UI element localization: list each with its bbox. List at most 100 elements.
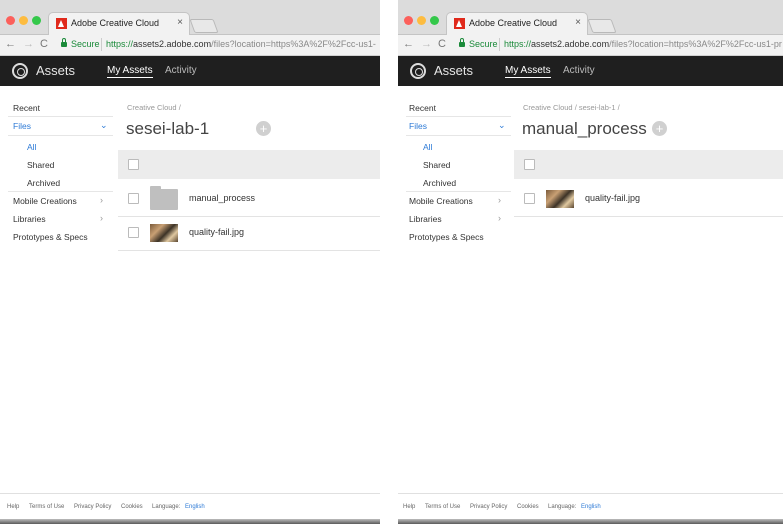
window-bottom-edge — [398, 519, 783, 524]
divider — [406, 135, 511, 136]
forward-arrow-icon[interactable]: → — [421, 38, 432, 50]
nav-my-assets[interactable]: My Assets — [505, 65, 551, 78]
breadcrumb[interactable]: Creative Cloud / sesei-lab-1 / — [523, 103, 620, 112]
adobe-favicon-icon — [454, 18, 465, 29]
url-input[interactable]: https://assets2.adobe.com/files?location… — [504, 39, 782, 49]
url-separator — [101, 38, 102, 51]
secure-label: Secure — [71, 39, 100, 49]
tab-strip: Adobe Creative Cloud × — [398, 0, 783, 35]
tab-strip: Adobe Creative Cloud × — [0, 0, 380, 35]
pane-gap — [380, 0, 398, 524]
row-checkbox[interactable] — [524, 193, 535, 204]
sidebar-item-shared[interactable]: Shared — [27, 160, 54, 170]
sidebar-item-prototypes[interactable]: Prototypes & Specs — [13, 232, 88, 242]
browser-window-right: Adobe Creative Cloud × ← → C Secure http… — [398, 0, 783, 524]
chevron-down-icon[interactable]: ⌄ — [100, 120, 108, 131]
sidebar-item-prototypes[interactable]: Prototypes & Specs — [409, 232, 484, 242]
brand-title: Assets — [434, 63, 474, 78]
page-title: sesei-lab-1 — [126, 119, 210, 138]
footer-divider — [0, 493, 380, 494]
chevron-right-icon[interactable]: › — [100, 213, 103, 223]
sidebar-item-recent[interactable]: Recent — [13, 103, 40, 113]
add-icon[interactable]: + — [256, 121, 271, 136]
sidebar-item-all[interactable]: All — [27, 142, 36, 152]
url-host: assets2.adobe.com — [531, 39, 610, 49]
divider — [406, 191, 511, 192]
address-bar: ← → C Secure https://assets2.adobe.com/f… — [0, 35, 380, 56]
forward-arrow-icon[interactable]: → — [23, 38, 34, 50]
footer-terms[interactable]: Terms of Use — [425, 504, 460, 510]
table-row[interactable]: quality-fail.jpg — [514, 182, 783, 217]
divider — [8, 135, 113, 136]
sidebar-item-files[interactable]: Files — [13, 121, 31, 131]
table-row[interactable]: manual_process — [118, 182, 380, 217]
image-thumbnail — [546, 190, 574, 208]
row-name[interactable]: quality-fail.jpg — [585, 193, 640, 203]
row-checkbox[interactable] — [128, 227, 139, 238]
tab-title: Adobe Creative Cloud — [71, 18, 160, 28]
footer-language[interactable]: English — [581, 504, 601, 510]
sidebar-item-archived[interactable]: Archived — [423, 178, 456, 188]
adobe-favicon-icon — [56, 18, 67, 29]
row-name[interactable]: manual_process — [189, 193, 255, 203]
sidebar-item-libraries[interactable]: Libraries — [409, 214, 442, 224]
back-arrow-icon[interactable]: ← — [403, 38, 414, 50]
footer-cookies[interactable]: Cookies — [121, 504, 143, 510]
footer-privacy[interactable]: Privacy Policy — [470, 504, 507, 510]
maximize-window-button[interactable] — [32, 16, 41, 25]
url-path: /files?location=https%3A%2F%2Fcc-us1-pr — [609, 39, 782, 49]
close-icon[interactable]: × — [575, 17, 581, 28]
lock-icon — [459, 38, 465, 47]
select-all-checkbox[interactable] — [524, 159, 535, 170]
address-bar: ← → C Secure https://assets2.adobe.com/f… — [398, 35, 783, 56]
sidebar-item-mobile-creations[interactable]: Mobile Creations — [13, 196, 77, 206]
close-window-button[interactable] — [6, 16, 15, 25]
back-arrow-icon[interactable]: ← — [5, 38, 16, 50]
browser-tab[interactable]: Adobe Creative Cloud × — [48, 12, 190, 35]
footer-help[interactable]: Help — [403, 504, 415, 510]
sidebar-item-recent[interactable]: Recent — [409, 103, 436, 113]
nav-my-assets[interactable]: My Assets — [107, 65, 153, 78]
url-input[interactable]: https://assets2.adobe.com/files?location… — [106, 39, 376, 49]
sidebar-item-files[interactable]: Files — [409, 121, 427, 131]
close-window-button[interactable] — [404, 16, 413, 25]
sidebar-item-all[interactable]: All — [423, 142, 432, 152]
footer-cookies[interactable]: Cookies — [517, 504, 539, 510]
url-scheme: https:// — [504, 39, 532, 49]
chevron-right-icon[interactable]: › — [498, 195, 501, 205]
row-checkbox[interactable] — [128, 193, 139, 204]
row-name[interactable]: quality-fail.jpg — [189, 227, 244, 237]
maximize-window-button[interactable] — [430, 16, 439, 25]
footer-privacy[interactable]: Privacy Policy — [74, 504, 111, 510]
chevron-right-icon[interactable]: › — [498, 213, 501, 223]
divider — [406, 116, 511, 117]
tab-title: Adobe Creative Cloud — [469, 18, 558, 28]
footer-terms[interactable]: Terms of Use — [29, 504, 64, 510]
new-tab-button[interactable] — [189, 19, 219, 33]
footer-language[interactable]: English — [185, 504, 205, 510]
table-header — [118, 150, 380, 179]
new-tab-button[interactable] — [587, 19, 617, 33]
footer-help[interactable]: Help — [7, 504, 19, 510]
reload-icon[interactable]: C — [438, 38, 446, 50]
creative-cloud-logo-icon[interactable] — [410, 63, 426, 79]
table-row[interactable]: quality-fail.jpg — [118, 216, 380, 251]
add-icon[interactable]: + — [652, 121, 667, 136]
sidebar-item-archived[interactable]: Archived — [27, 178, 60, 188]
sidebar-item-libraries[interactable]: Libraries — [13, 214, 46, 224]
chevron-right-icon[interactable]: › — [100, 195, 103, 205]
chevron-down-icon[interactable]: ⌄ — [498, 120, 506, 131]
minimize-window-button[interactable] — [417, 16, 426, 25]
reload-icon[interactable]: C — [40, 38, 48, 50]
creative-cloud-logo-icon[interactable] — [12, 63, 28, 79]
sidebar-item-mobile-creations[interactable]: Mobile Creations — [409, 196, 473, 206]
nav-activity[interactable]: Activity — [165, 65, 197, 76]
browser-tab[interactable]: Adobe Creative Cloud × — [446, 12, 588, 35]
select-all-checkbox[interactable] — [128, 159, 139, 170]
url-path: /files?location=https%3A%2F%2Fcc-us1- — [211, 39, 376, 49]
sidebar-item-shared[interactable]: Shared — [423, 160, 450, 170]
minimize-window-button[interactable] — [19, 16, 28, 25]
close-icon[interactable]: × — [177, 17, 183, 28]
breadcrumb[interactable]: Creative Cloud / — [127, 103, 181, 112]
nav-activity[interactable]: Activity — [563, 65, 595, 76]
